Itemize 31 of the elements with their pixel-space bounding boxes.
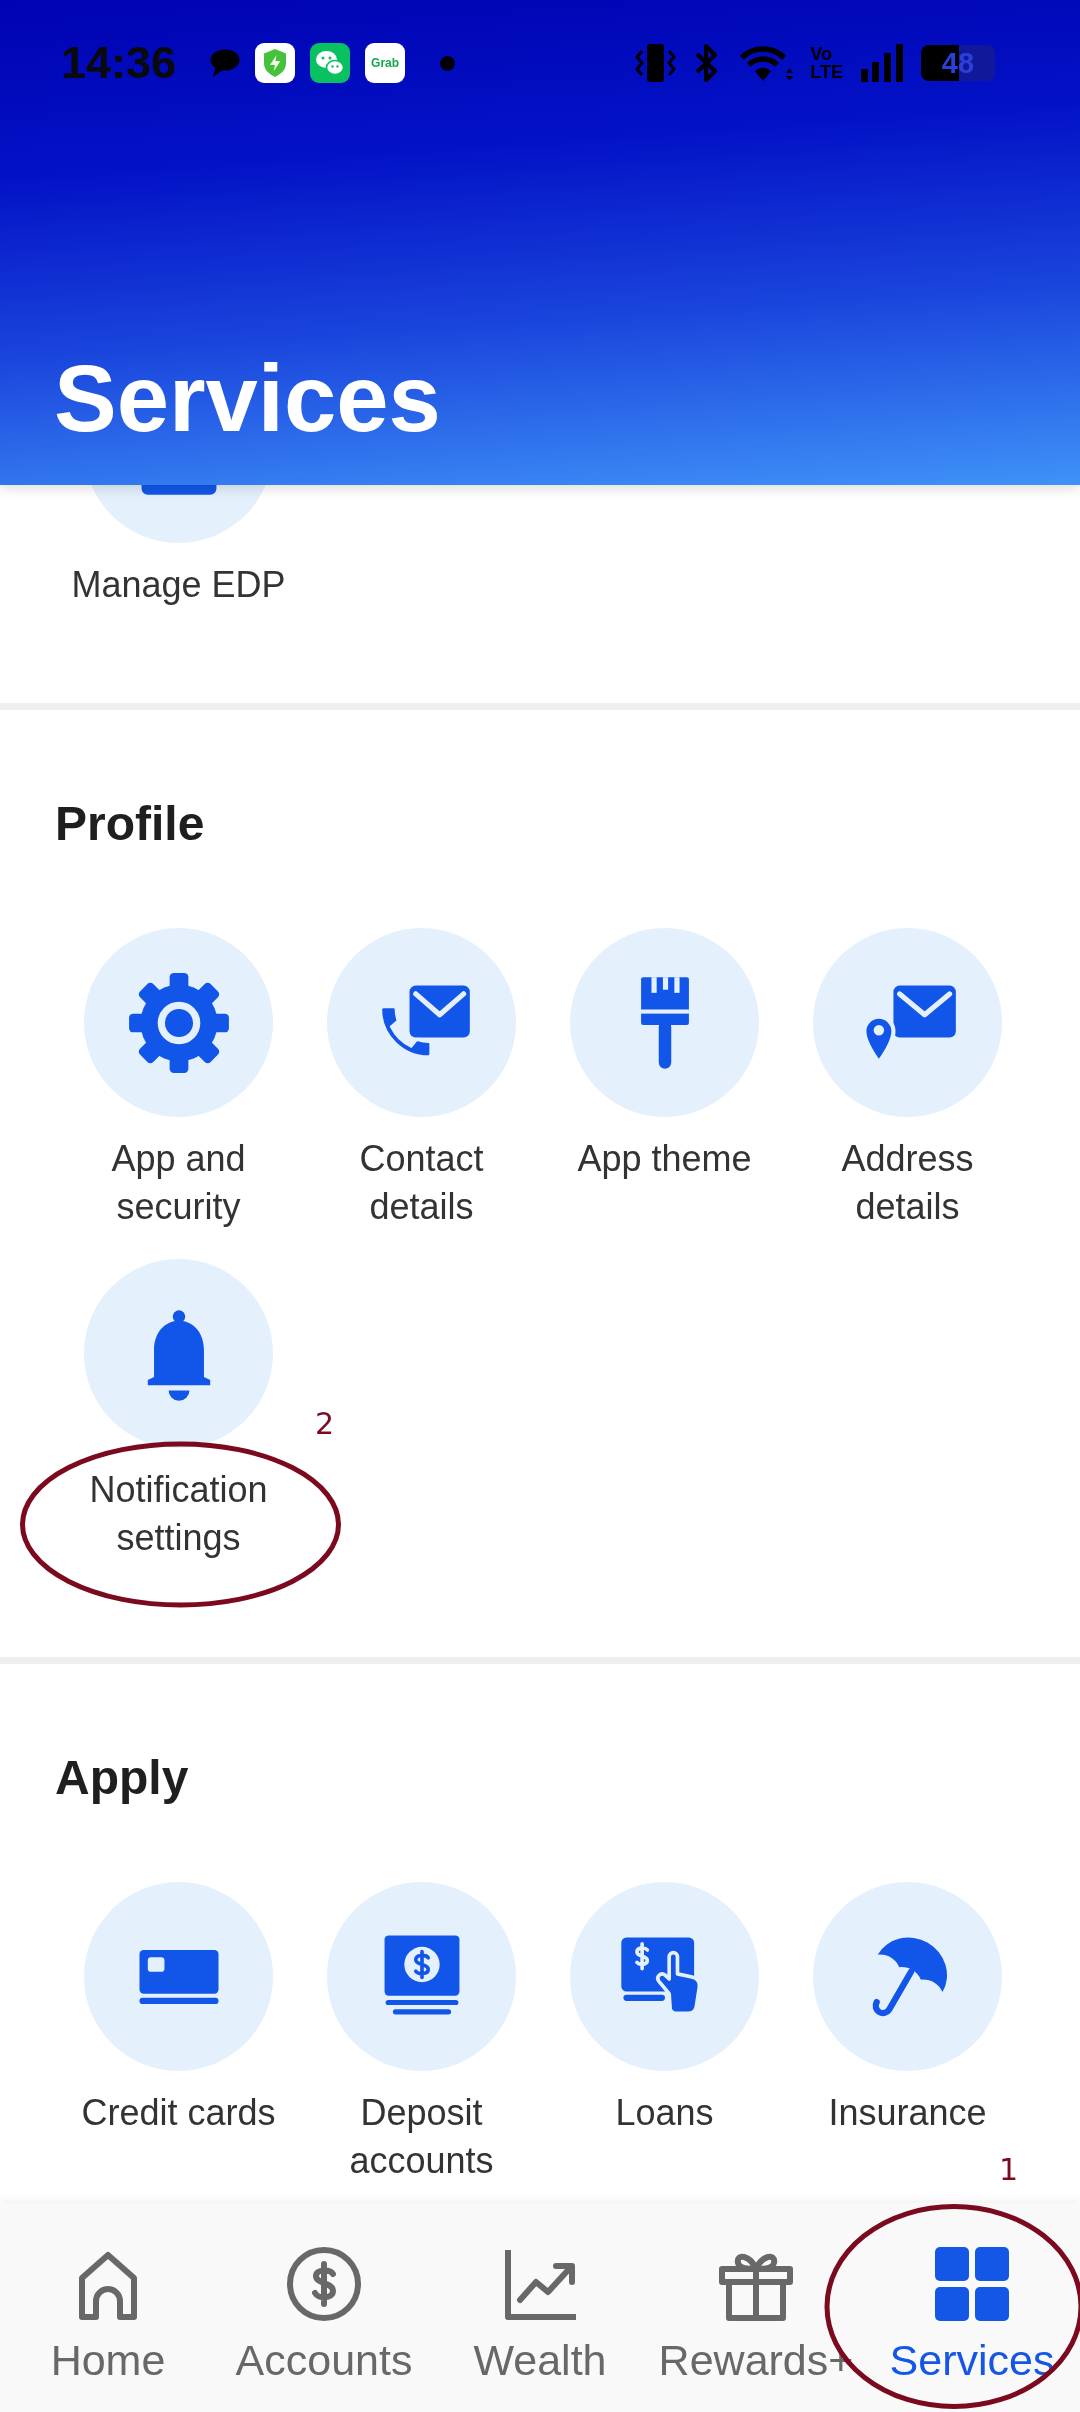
vibrate-icon bbox=[635, 43, 677, 83]
service-item[interactable]: Insurance bbox=[786, 1882, 1029, 2137]
nav-tab[interactable]: Wealth bbox=[432, 2203, 648, 2384]
service-item[interactable]: Deposit accounts bbox=[300, 1882, 543, 2185]
app-icon: Grab bbox=[365, 43, 406, 83]
service-item[interactable]: Manage EDP bbox=[57, 485, 300, 609]
annotation-number: 2 bbox=[315, 1407, 335, 1441]
dot-icon bbox=[440, 55, 456, 71]
page-title: Services bbox=[54, 352, 442, 446]
section-heading: Apply bbox=[55, 1750, 190, 1806]
network-type-label: Vo LTE bbox=[810, 45, 843, 81]
signal-icon bbox=[860, 43, 904, 83]
nav-tab[interactable]: Rewards+ bbox=[648, 2203, 864, 2384]
service-item[interactable]: Address details bbox=[786, 928, 1029, 1231]
status-time: 14:36 bbox=[61, 40, 177, 86]
wifi-icon bbox=[737, 43, 794, 83]
message-icon bbox=[208, 48, 241, 78]
shield-app-icon bbox=[255, 43, 296, 83]
nav-tab[interactable]: Accounts bbox=[216, 2203, 432, 2384]
chat-app-icon bbox=[310, 43, 351, 83]
service-item[interactable]: Credit cards bbox=[57, 1882, 300, 2137]
annotation-number: 1 bbox=[999, 2153, 1019, 2187]
service-item[interactable]: Contact details bbox=[300, 928, 543, 1231]
service-item[interactable]: Notification settings bbox=[57, 1259, 300, 1562]
service-item[interactable]: App and security bbox=[57, 928, 300, 1231]
nav-tab[interactable]: Home bbox=[0, 2203, 216, 2384]
service-item[interactable]: App theme bbox=[543, 928, 786, 1183]
dollar-circle-icon bbox=[284, 2244, 364, 2324]
grid-icon bbox=[932, 2244, 1012, 2324]
section-heading: Profile bbox=[55, 796, 206, 852]
service-item[interactable]: Loans bbox=[543, 1882, 786, 2137]
